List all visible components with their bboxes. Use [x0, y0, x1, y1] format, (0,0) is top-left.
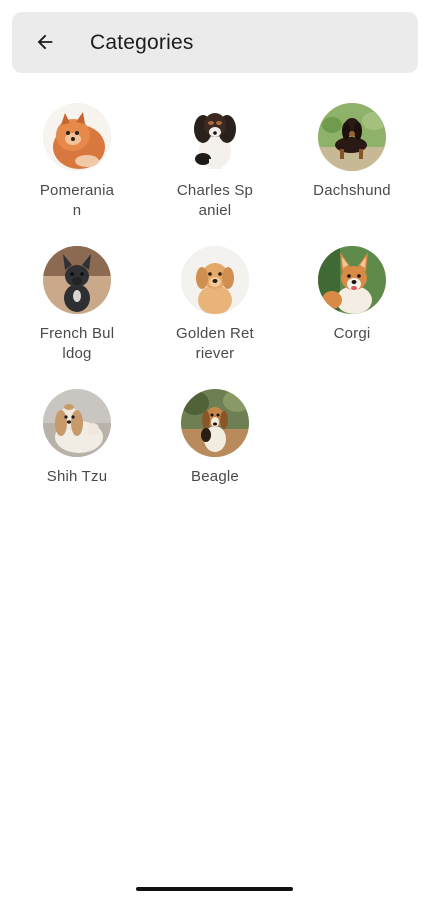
beagle-photo: [181, 389, 249, 457]
category-label: Pomeranian: [39, 182, 115, 219]
page-title: Categories: [90, 31, 194, 54]
pomeranian-photo: [43, 103, 111, 171]
golden-retriever-photo: [181, 246, 249, 314]
dachshund-photo: [318, 103, 386, 171]
category-item-charles-spaniel[interactable]: Charles Spaniel: [160, 103, 270, 220]
category-label: Beagle: [191, 468, 239, 485]
category-label: Golden Retriever: [176, 325, 254, 362]
category-item-french-bulldog[interactable]: French Bulldog: [22, 246, 132, 363]
category-item-golden-retriever[interactable]: Golden Retriever: [160, 246, 270, 363]
category-item-beagle[interactable]: Beagle: [160, 389, 270, 487]
home-indicator[interactable]: [136, 887, 293, 891]
category-item-shih-tzu[interactable]: Shih Tzu: [22, 389, 132, 487]
category-item-dachshund[interactable]: Dachshund: [297, 103, 407, 201]
corgi-photo: [318, 246, 386, 314]
back-button[interactable]: [30, 27, 60, 57]
charles-spaniel-photo: [181, 103, 249, 171]
french-bulldog-photo: [43, 246, 111, 314]
category-label: Dachshund: [313, 182, 391, 199]
category-item-corgi[interactable]: Corgi: [297, 246, 407, 344]
arrow-left-icon: [37, 34, 53, 50]
category-label: Shih Tzu: [46, 468, 108, 485]
category-item-pomeranian[interactable]: Pomeranian: [22, 103, 132, 220]
app-bar: Categories: [12, 12, 418, 73]
category-label: French Bulldog: [39, 325, 115, 362]
shih-tzu-photo: [43, 389, 111, 457]
category-label: Corgi: [333, 325, 371, 342]
category-label: Charles Spaniel: [176, 182, 254, 219]
